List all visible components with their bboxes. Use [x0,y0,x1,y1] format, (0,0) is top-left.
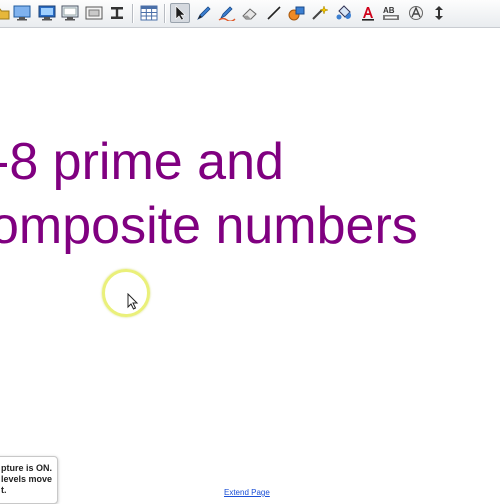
handwriting-icon[interactable] [406,3,426,23]
whiteboard-canvas[interactable]: -8 prime and omposite numbers [0,28,500,500]
notification-popup: pture is ON. levels move t. [0,456,58,504]
move-arrows-icon[interactable] [429,3,449,23]
text-icon[interactable] [358,3,378,23]
title-line-1: -8 prime and [0,133,284,191]
shapes-icon[interactable] [287,3,307,23]
extend-page-link[interactable]: Extend Page [224,488,270,497]
monitor-icon[interactable] [12,3,32,23]
monitor-display-icon[interactable] [37,3,57,23]
title-line-2: omposite numbers [0,197,418,255]
pen-icon[interactable] [194,3,214,23]
notification-line-1: pture is ON. [1,463,53,473]
eraser-icon[interactable] [240,3,260,23]
toolbar-separator [132,4,134,23]
magic-pen-icon[interactable] [310,3,330,23]
fill-icon[interactable] [334,3,354,23]
highlight-text-icon[interactable]: AB [381,3,401,23]
text-cursor-icon[interactable] [107,3,127,23]
svg-text:AB: AB [383,6,395,15]
table-icon[interactable] [139,3,159,23]
line-icon[interactable] [264,3,284,23]
mouse-pointer-icon [127,292,139,316]
folder-icon[interactable] [0,3,12,23]
toolbar: AB [0,0,500,28]
monitor-blank-icon[interactable] [60,3,80,23]
screen-capture-icon[interactable] [84,3,104,23]
notification-line-3: t. [1,485,7,495]
notification-line-2: levels move [1,474,53,484]
creative-pen-icon[interactable] [217,3,237,23]
toolbar-separator [164,4,166,23]
cursor-highlight-ring [102,269,150,317]
select-arrow-icon[interactable] [170,3,190,23]
